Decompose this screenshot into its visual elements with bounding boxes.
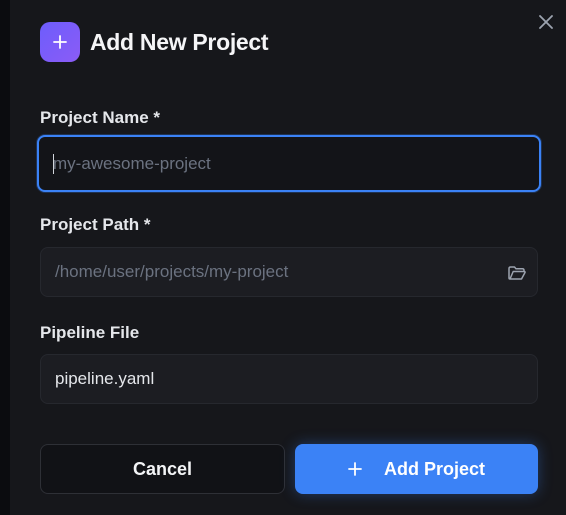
project-name-field[interactable]	[37, 135, 541, 192]
dialog-header: Add New Project	[40, 22, 269, 62]
add-project-dialog: Add New Project Project Name * Project P…	[10, 0, 566, 515]
plus-icon	[53, 35, 67, 49]
project-path-label: Project Path *	[40, 215, 151, 234]
project-path-field[interactable]	[40, 247, 538, 297]
close-icon	[539, 15, 553, 29]
add-project-button[interactable]: Add Project	[295, 444, 538, 494]
cancel-button-label: Cancel	[132, 458, 193, 479]
folder-icon	[508, 266, 526, 280]
header-plus-badge	[40, 22, 80, 62]
dialog-title: Add New Project	[90, 28, 269, 55]
pipeline-file-label: Pipeline File	[40, 323, 140, 342]
browse-folder-button[interactable]	[507, 263, 527, 283]
pipeline-file-field[interactable]	[40, 354, 538, 404]
plus-icon	[348, 462, 362, 476]
project-name-input[interactable]	[53, 137, 499, 190]
project-path-input[interactable]	[55, 248, 497, 296]
add-project-button-label: Add Project	[383, 458, 485, 479]
cancel-button[interactable]: Cancel	[40, 444, 285, 494]
pipeline-file-input[interactable]	[55, 355, 497, 403]
project-name-label: Project Name *	[40, 108, 160, 127]
add-button-plus	[348, 462, 362, 476]
close-button[interactable]	[531, 7, 561, 37]
